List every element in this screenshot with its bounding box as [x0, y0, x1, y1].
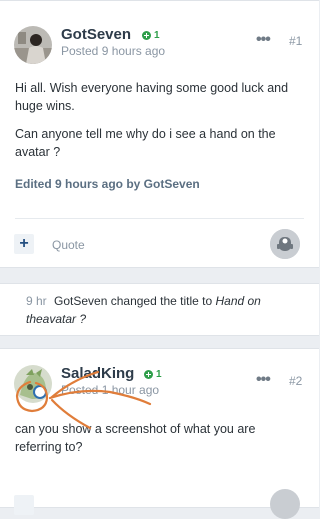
- event-text: 9 hr GotSeven changed the title to Hand …: [26, 292, 286, 328]
- post-card-1: GotSeven 1 Posted 9 hours ago ••• #1 Hi …: [0, 0, 319, 268]
- add-reaction-button[interactable]: [14, 495, 34, 515]
- ellipsis-icon[interactable]: •••: [256, 31, 271, 49]
- avatar[interactable]: [14, 365, 52, 403]
- post-body: can you show a screenshot of what you ar…: [15, 420, 305, 466]
- edited-note: Edited 9 hours ago by GotSeven: [15, 177, 200, 191]
- divider: [15, 218, 304, 219]
- post-timestamp[interactable]: Posted 1 hour ago: [61, 383, 159, 397]
- reaction-robot-icon[interactable]: [270, 489, 300, 519]
- post-timestamp[interactable]: Posted 9 hours ago: [61, 44, 165, 58]
- title-change-event: 9 hr GotSeven changed the title to Hand …: [0, 283, 319, 336]
- post-paragraph: Hi all. Wish everyone having some good l…: [15, 81, 289, 113]
- post-card-2: SaladKing 1 Posted 1 hour ago ••• #2 can…: [0, 348, 319, 519]
- post-paragraph: Can anyone tell me why do i see a hand o…: [15, 127, 276, 159]
- quote-button[interactable]: Quote: [52, 238, 85, 252]
- event-time: 9 hr: [26, 294, 47, 308]
- reputation-count: 1: [156, 369, 162, 380]
- username[interactable]: SaladKing: [61, 365, 134, 382]
- post-body: Hi all. Wish everyone having some good l…: [15, 79, 290, 171]
- post-paragraph: can you show a screenshot of what you ar…: [15, 422, 256, 454]
- event-description: GotSeven changed the title to: [54, 294, 213, 308]
- plus-circle-icon: [144, 370, 153, 379]
- plus-circle-icon: [142, 31, 151, 40]
- add-reaction-button[interactable]: +: [14, 234, 34, 254]
- reaction-robot-icon[interactable]: [270, 229, 300, 259]
- reputation-badge: 1: [142, 30, 160, 41]
- reputation-count: 1: [154, 30, 160, 41]
- username[interactable]: GotSeven: [61, 26, 131, 43]
- reputation-badge: 1: [144, 369, 162, 380]
- avatar[interactable]: [14, 26, 52, 64]
- post-number[interactable]: #1: [289, 34, 302, 48]
- online-ring-icon: [33, 385, 47, 399]
- post-number[interactable]: #2: [289, 374, 302, 388]
- ellipsis-icon[interactable]: •••: [256, 371, 271, 389]
